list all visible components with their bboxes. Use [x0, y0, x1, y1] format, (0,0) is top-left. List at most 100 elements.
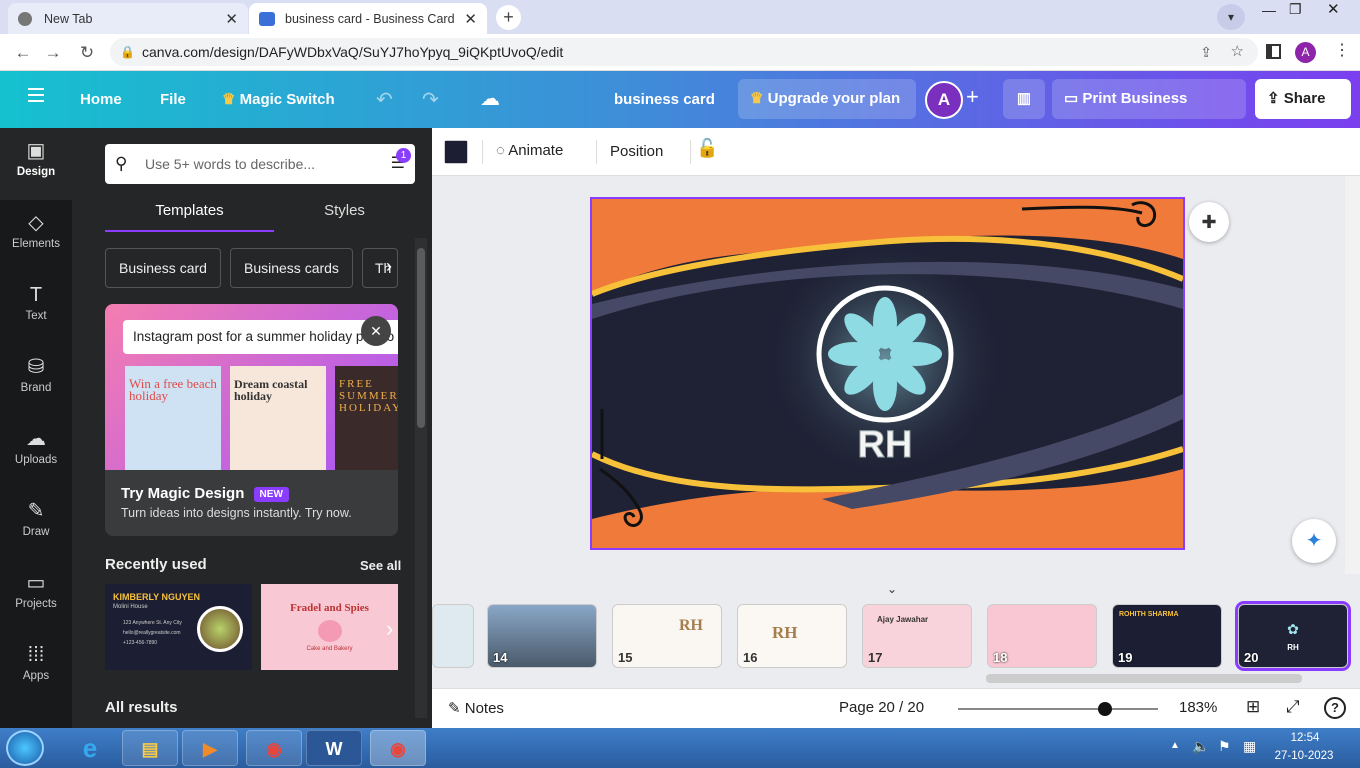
rail-item-elements[interactable]: ◇ Elements — [0, 200, 72, 272]
tab-styles[interactable]: Styles — [274, 190, 415, 232]
close-icon[interactable]: ✕ — [361, 316, 391, 346]
template-search-input[interactable]: ⚲ Use 5+ words to describe... ☰ 1 — [105, 144, 415, 184]
horizontal-scrollbar[interactable] — [438, 672, 1352, 684]
close-window-icon[interactable]: ✕ — [1327, 0, 1340, 18]
design-page[interactable]: RH — [590, 197, 1185, 550]
zoom-slider[interactable] — [958, 702, 1158, 716]
see-all-link[interactable]: See all — [360, 558, 401, 573]
page-thumb-14[interactable]: 14 — [487, 604, 597, 668]
magic-thumb-1: Win a free beach holiday — [125, 366, 221, 470]
media-player-icon[interactable]: ▶ — [182, 730, 238, 766]
share-label: Share — [1283, 90, 1326, 107]
rail-item-brand[interactable]: ⛁ Brand — [0, 344, 72, 416]
profile-avatar[interactable]: A — [1295, 42, 1316, 63]
tab-new-tab[interactable]: New Tab ✕ — [8, 3, 248, 34]
monogram-text[interactable]: RH — [857, 424, 913, 467]
network-icon[interactable]: ⚑ — [1218, 738, 1231, 755]
close-tab-icon[interactable]: ✕ — [225, 10, 238, 28]
collapse-strip-chevron-icon[interactable]: ⌄ — [887, 582, 897, 596]
cloud-saved-icon[interactable]: ☁ — [480, 86, 500, 111]
page-thumb-20[interactable]: ✿ RH 20 — [1235, 601, 1351, 671]
vertical-scrollbar[interactable] — [1345, 176, 1360, 574]
hamburger-menu-icon[interactable] — [28, 88, 44, 102]
word-icon[interactable]: W — [306, 730, 362, 766]
reload-icon[interactable]: ↻ — [76, 42, 98, 64]
close-tab-icon[interactable]: ✕ — [464, 10, 477, 28]
page-thumb-19[interactable]: ROHITH SHARMA 19 — [1112, 604, 1222, 668]
page-thumb-18[interactable]: 18 — [987, 604, 1097, 668]
page-thumb-13[interactable] — [432, 604, 474, 668]
help-icon[interactable]: ? — [1324, 697, 1346, 719]
new-badge: NEW — [253, 486, 289, 502]
page-indicator[interactable]: Page 20 / 20 — [839, 699, 924, 716]
add-collaborator-icon[interactable]: + — [966, 84, 979, 110]
panel-scrollbar[interactable] — [415, 238, 427, 718]
user-avatar[interactable]: A — [925, 81, 963, 119]
clock-date[interactable]: 27-10-2023 — [1268, 750, 1340, 762]
chip-more[interactable]: Th — [362, 248, 398, 288]
document-title[interactable]: business card — [614, 71, 715, 128]
scrollbar-thumb[interactable] — [417, 248, 425, 428]
rail-item-design[interactable]: ▣ Design — [0, 128, 72, 200]
animate-button[interactable]: ◌ Animate — [496, 142, 563, 159]
recent-template-2[interactable]: Fradel and Spies Cake and Bakery — [261, 584, 398, 670]
minimize-icon[interactable]: — — [1262, 2, 1276, 18]
restore-icon[interactable]: ❐ — [1289, 1, 1302, 18]
magic-design-card[interactable]: Instagram post for a summer holiday prom… — [105, 304, 398, 536]
insights-chart-icon[interactable]: ▥ — [1003, 79, 1045, 119]
menu-kebab-icon[interactable]: ⋮ — [1334, 40, 1350, 60]
magic-switch-button[interactable]: ♛ Magic Switch — [222, 71, 335, 128]
url-field[interactable]: 🔒 canva.com/design/DAFyWDbxVaQ/SuYJ7hoYp… — [110, 38, 1258, 66]
share-button[interactable]: ⇪ Share — [1255, 79, 1351, 119]
action-center-icon[interactable]: ▦ — [1243, 738, 1256, 755]
zoom-level[interactable]: 183% — [1179, 699, 1217, 716]
page-thumb-15[interactable]: RH 15 — [612, 604, 722, 668]
file-explorer-icon[interactable]: ▤ — [122, 730, 178, 766]
chevron-right-icon[interactable]: › — [386, 616, 393, 642]
recent-template-1[interactable]: KIMBERLY NGUYEN Molini House 123 Anywher… — [105, 584, 252, 670]
tab-business-card[interactable]: business card - Business Card ✕ — [249, 3, 487, 34]
chrome-icon[interactable]: ◉ — [246, 730, 302, 766]
page-thumb-17[interactable]: Ajay Jawahar 17 — [862, 604, 972, 668]
scrollbar-thumb[interactable] — [986, 674, 1302, 683]
forward-icon[interactable]: → — [42, 42, 64, 64]
side-panel-icon[interactable] — [1266, 44, 1281, 59]
rail-item-draw[interactable]: ✎ Draw — [0, 488, 72, 560]
tab-search-chevron-icon[interactable]: ▾ — [1217, 4, 1245, 30]
start-button[interactable] — [6, 730, 44, 766]
rail-item-uploads[interactable]: ☁ Uploads — [0, 416, 72, 488]
grid-view-icon[interactable]: ⊞ — [1246, 697, 1260, 717]
internet-explorer-icon[interactable]: e — [62, 730, 118, 766]
add-comment-icon[interactable]: ✚ — [1189, 202, 1229, 242]
chrome-active-icon[interactable]: ◉ — [370, 730, 426, 766]
zoom-slider-thumb[interactable] — [1098, 702, 1112, 716]
upgrade-plan-button[interactable]: ♛ Upgrade your plan — [738, 79, 916, 119]
rail-item-apps[interactable]: ⁞⁞⁞ Apps — [0, 632, 72, 704]
volume-icon[interactable]: 🔈 — [1192, 738, 1209, 755]
share-page-icon[interactable]: ⇪ — [1200, 38, 1212, 66]
lock-icon[interactable]: 🔓 — [696, 138, 718, 159]
rail-item-projects[interactable]: ▭ Projects — [0, 560, 72, 632]
clock-time[interactable]: 12:54 — [1274, 732, 1336, 744]
chip-business-cards[interactable]: Business cards — [230, 248, 353, 288]
rail-label: Draw — [22, 526, 50, 538]
back-icon[interactable]: ← — [12, 42, 34, 64]
file-menu-button[interactable]: File — [160, 71, 186, 128]
color-swatch[interactable] — [444, 140, 468, 164]
position-button[interactable]: Position — [610, 143, 663, 160]
bookmark-star-icon[interactable]: ☆ — [1231, 38, 1244, 66]
magic-assistant-icon[interactable]: ✦ — [1292, 519, 1336, 563]
rail-item-text[interactable]: T Text — [0, 272, 72, 344]
chip-business-card[interactable]: Business card — [105, 248, 221, 288]
new-tab-button[interactable]: + — [496, 5, 521, 30]
print-business-cards-button[interactable]: ▭ Print Business Cards — [1052, 79, 1246, 147]
fullscreen-icon[interactable]: ⤢ — [1286, 697, 1300, 717]
redo-icon[interactable]: ↷ — [422, 87, 439, 112]
home-button[interactable]: Home — [80, 71, 122, 128]
page-thumb-16[interactable]: RH 16 — [737, 604, 847, 668]
tab-templates[interactable]: Templates — [105, 190, 274, 232]
tray-expand-icon[interactable]: ▲ — [1170, 740, 1180, 751]
chevron-right-icon[interactable]: › — [386, 256, 392, 277]
notes-button[interactable]: ✎ Notes — [448, 699, 504, 717]
undo-icon[interactable]: ↶ — [376, 87, 393, 112]
